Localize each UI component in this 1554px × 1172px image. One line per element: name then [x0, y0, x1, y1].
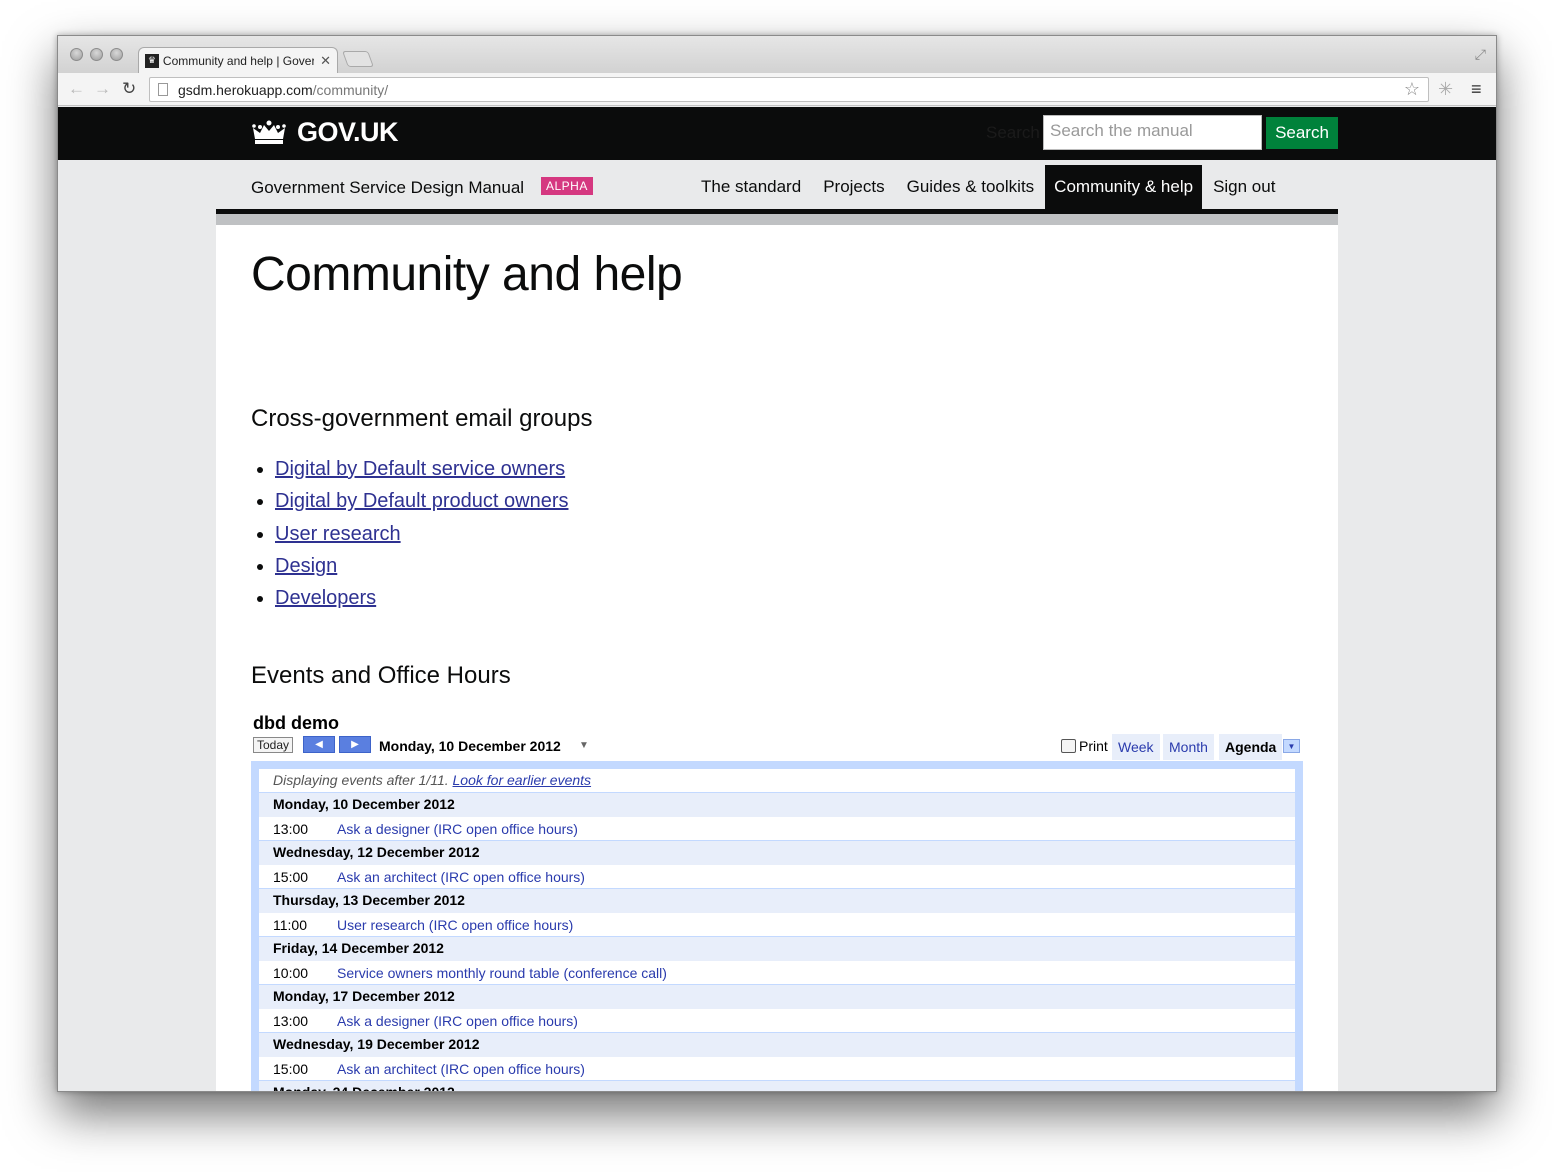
agenda-event-row[interactable]: 15:00 Ask an architect (IRC open office h… — [259, 865, 1295, 889]
site-navigation: Government Service Design Manual ALPHA T… — [216, 160, 1338, 212]
close-window-button[interactable] — [70, 48, 83, 61]
nav-link-community-help[interactable]: Community & help — [1045, 165, 1203, 209]
phase-badge: ALPHA — [541, 177, 593, 195]
list-item: User research — [275, 518, 568, 550]
agenda-event-row[interactable]: 15:00 Ask an architect (IRC open office h… — [259, 1057, 1295, 1081]
new-tab-button[interactable] — [342, 51, 374, 67]
bookmark-star-icon[interactable]: ☆ — [1404, 79, 1420, 100]
agenda-event-row[interactable]: 13:00 Ask a designer (IRC open office hou… — [259, 817, 1295, 841]
agenda-day-header: Monday, 10 December 2012 — [273, 796, 455, 812]
close-tab-icon[interactable]: ✕ — [320, 53, 331, 69]
page-title: Community and help — [251, 248, 683, 301]
view-dropdown-icon[interactable]: ▼ — [1283, 739, 1300, 753]
event-time: 15:00 — [273, 869, 309, 885]
calendar-title: dbd demo — [253, 713, 339, 733]
browser-toolbar: ← → ↻ gsdm.herokuapp.com/community/ ☆ ✳ … — [58, 73, 1496, 106]
browser-window: ♛ Community and help | Government Servic… — [57, 35, 1497, 1092]
event-title-link[interactable]: Ask a designer (IRC open office hours) — [337, 821, 578, 837]
nav-link-sign-out[interactable]: Sign out — [1202, 165, 1286, 209]
minimize-window-button[interactable] — [90, 48, 103, 61]
next-arrow-icon[interactable]: ▶ — [339, 736, 371, 753]
view-tab-week[interactable]: Week — [1112, 734, 1160, 760]
event-title-link[interactable]: User research (IRC open office hours) — [337, 917, 573, 933]
agenda-notice-text: Displaying events after 1/11. — [273, 772, 449, 788]
event-title-link[interactable]: Ask an architect (IRC open office hours) — [337, 869, 585, 885]
agenda-day-header: Monday, 17 December 2012 — [273, 988, 455, 1004]
global-header: GOV.UK Search Search the manual Search — [58, 107, 1496, 160]
url-path: /community/ — [312, 81, 389, 98]
agenda-event-row[interactable]: 13:00 Ask a designer (IRC open office hou… — [259, 1009, 1295, 1033]
list-item: Design — [275, 550, 568, 582]
search-button[interactable]: Search — [1266, 117, 1338, 149]
nav-link-the-standard[interactable]: The standard — [690, 165, 812, 209]
back-arrow-icon[interactable]: ← — [68, 79, 85, 99]
agenda-list: Displaying events after 1/11. Look for e… — [259, 769, 1295, 1092]
main-content: Community and help Cross-government emai… — [216, 225, 1338, 1092]
today-button[interactable]: Today — [253, 737, 293, 753]
agenda-event-row[interactable]: 11:00 User research (IRC open office hour… — [259, 913, 1295, 937]
forward-arrow-icon[interactable]: → — [94, 79, 111, 99]
logo-text: GOV.UK — [297, 117, 399, 147]
agenda-day-header: Thursday, 13 December 2012 — [273, 892, 465, 908]
printer-icon — [1061, 739, 1076, 753]
event-title-link[interactable]: Ask an architect (IRC open office hours) — [337, 1061, 585, 1077]
address-bar[interactable]: gsdm.herokuapp.com/community/ ☆ — [149, 77, 1429, 102]
event-time: 13:00 — [273, 1013, 309, 1029]
nav-links: The standard Projects Guides & toolkits … — [690, 165, 1286, 212]
extension-icon[interactable]: ✳ — [1438, 79, 1453, 100]
email-group-link[interactable]: User research — [275, 523, 401, 545]
event-time: 11:00 — [273, 917, 307, 933]
email-groups-list: Digital by Default service owners Digita… — [275, 453, 568, 614]
browser-tab[interactable]: ♛ Community and help | Government Servic… — [138, 47, 338, 73]
calendar-current-date: Monday, 10 December 2012 — [379, 738, 561, 754]
email-group-link[interactable]: Digital by Default product owners — [275, 490, 568, 512]
tab-strip: ♛ Community and help | Government Servic… — [58, 36, 1496, 73]
agenda-day-header: Wednesday, 12 December 2012 — [273, 844, 480, 860]
date-dropdown-icon[interactable]: ▼ — [579, 740, 589, 751]
reload-icon[interactable]: ↻ — [122, 79, 136, 99]
zoom-window-button[interactable] — [110, 48, 123, 61]
page-icon — [158, 83, 168, 96]
fullscreen-icon[interactable]: ⤢ — [1475, 46, 1486, 63]
email-groups-heading: Cross-government email groups — [251, 405, 593, 432]
view-tab-agenda[interactable]: Agenda — [1219, 734, 1283, 760]
list-item: Digital by Default product owners — [275, 485, 568, 517]
email-group-link[interactable]: Developers — [275, 587, 376, 609]
crown-favicon-icon: ♛ — [145, 53, 159, 68]
print-label: Print — [1079, 738, 1108, 754]
event-time: 13:00 — [273, 821, 309, 837]
print-link[interactable]: Print — [1061, 738, 1108, 754]
agenda-day-header: Wednesday, 19 December 2012 — [273, 1036, 480, 1052]
search-input[interactable]: Search the manual — [1043, 115, 1262, 150]
event-title-link[interactable]: Ask a designer (IRC open office hours) — [337, 1013, 578, 1029]
list-item: Developers — [275, 582, 568, 614]
agenda-event-row[interactable]: 10:00 Service owners monthly round table … — [259, 961, 1295, 985]
email-group-link[interactable]: Design — [275, 555, 337, 577]
menu-icon[interactable]: ≡ — [1471, 79, 1482, 100]
calendar-controls: Today ◀ ▶ Monday, 10 December 2012 ▼ Pri… — [253, 734, 1303, 764]
govuk-logo[interactable]: GOV.UK — [251, 117, 399, 148]
email-group-link[interactable]: Digital by Default service owners — [275, 458, 565, 480]
crown-icon — [252, 120, 286, 144]
list-item: Digital by Default service owners — [275, 453, 568, 485]
agenda-panel: Displaying events after 1/11. Look for e… — [251, 761, 1303, 1092]
url-host: gsdm.herokuapp.com — [178, 81, 313, 98]
page-viewport: GOV.UK Search Search the manual Search G… — [58, 107, 1496, 1092]
event-time: 10:00 — [273, 965, 309, 981]
agenda-day-header: Monday, 24 December 2012 — [273, 1084, 455, 1092]
event-title-link[interactable]: Service owners monthly round table (conf… — [337, 965, 667, 981]
site-title[interactable]: Government Service Design Manual — [251, 178, 524, 198]
nav-link-guides-toolkits[interactable]: Guides & toolkits — [896, 165, 1046, 209]
agenda-day-header: Friday, 14 December 2012 — [273, 940, 444, 956]
agenda-notice: Displaying events after 1/11. Look for e… — [259, 769, 1295, 793]
previous-arrow-icon[interactable]: ◀ — [303, 736, 335, 753]
events-heading: Events and Office Hours — [251, 662, 511, 689]
earlier-events-link[interactable]: Look for earlier events — [453, 772, 592, 788]
view-tab-month[interactable]: Month — [1163, 734, 1214, 760]
nav-link-projects[interactable]: Projects — [812, 165, 895, 209]
event-time: 15:00 — [273, 1061, 309, 1077]
nav-rule-grey — [216, 214, 1338, 225]
search-label: Search — [986, 123, 1040, 142]
tab-title: Community and help | Government Service … — [162, 53, 315, 68]
